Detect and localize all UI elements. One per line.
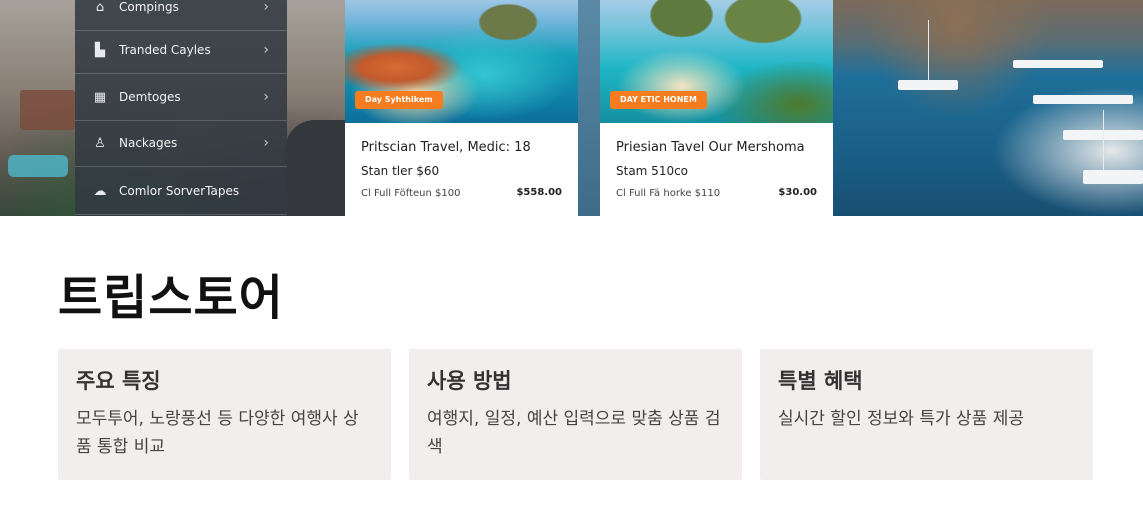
menu-item-label: Tranded Cayles [119,43,211,57]
hero-banner: ⌂ Compings › ▙ Tranded Cayles › ▦ Demtog… [0,0,1143,216]
feature-card-how-to-use: 사용 방법 여행지, 일정, 예산 입력으로 맞춤 상품 검색 [409,349,742,480]
menu-item-label: Nackages [119,136,178,150]
feature-text: 실시간 할인 정보와 특가 상품 제공 [778,409,1024,429]
chevron-right-icon: › [263,42,269,58]
tour-card-meta: Cl Full Föfteun $100 [361,188,461,199]
menu-item-label: Comlor SorverTapes [119,184,240,198]
box-icon: ▦ [93,89,107,105]
menu-item-tranded-cayles[interactable]: ▙ Tranded Cayles › [75,27,287,74]
chevron-right-icon: › [263,135,269,151]
buildings-icon: ▙ [95,42,105,58]
feature-heading: 주요 특징 [76,369,161,393]
tour-card-badge: DAY ETIC HONEM [610,91,707,109]
menu-item-nackages[interactable]: ♙ Nackages › [75,120,287,167]
feature-card-special-benefits: 특별 혜택 실시간 할인 정보와 특가 상품 제공 [760,349,1093,480]
hero-sea-strip [578,0,600,216]
tour-card-meta: Cl Full Fä horke $110 [616,188,721,199]
feature-heading: 특별 혜택 [778,369,863,393]
tour-card-title: Pritscian Travel, Medic: 18 [361,140,531,155]
tour-card-subtitle: Stan tler $60 [361,164,440,178]
feature-text: 모두투어, 노랑풍선 등 다양한 여행사 상품 통합 비교 [76,409,359,457]
chat-icon: ☁ [93,183,107,199]
menu-item-demtoges[interactable]: ▦ Demtoges › [75,74,287,121]
menu-item-label: Compings [119,0,179,14]
tour-card[interactable]: Day Syhthikem Pritscian Travel, Medic: 1… [345,0,578,216]
menu-item-label: Demtoges [119,90,181,104]
chevron-right-icon: › [263,89,269,105]
tour-card-title: Priesian Tavel Our Mershoma [616,140,805,155]
hero-marina-image [833,0,1143,216]
menu-item-comlor-sorvertapes[interactable]: ☁ Comlor SorverTapes [75,168,287,215]
tour-card-badge: Day Syhthikem [355,91,443,109]
chevron-right-icon: › [263,0,269,15]
house-icon: ⌂ [95,0,105,15]
feature-text: 여행지, 일정, 예산 입력으로 맞춤 상품 검색 [427,409,721,457]
tour-card-subtitle: Stam 510co [616,164,689,178]
person-icon: ♙ [94,135,106,151]
tour-card[interactable]: DAY ETIC HONEM Priesian Tavel Our Mersho… [600,0,833,216]
page-title: 트립스토어 [58,270,284,326]
tour-card-price: $30.00 [778,187,817,198]
category-menu: ⌂ Compings › ▙ Tranded Cayles › ▦ Demtog… [75,0,287,216]
tour-card-price: $558.00 [516,187,562,198]
feature-card-key-features: 주요 특징 모두투어, 노랑풍선 등 다양한 여행사 상품 통합 비교 [58,349,391,480]
feature-heading: 사용 방법 [427,369,512,393]
